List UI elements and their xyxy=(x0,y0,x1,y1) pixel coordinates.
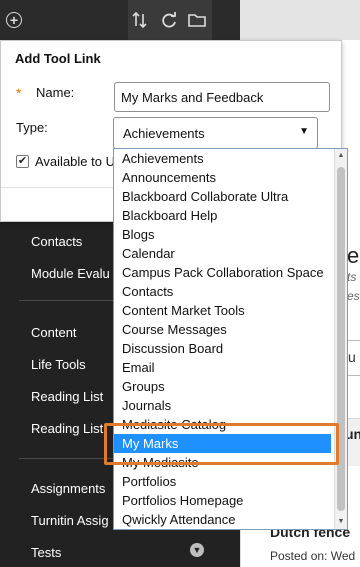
content-search-fragment: u xyxy=(348,349,356,365)
nav-item-contacts[interactable]: Contacts xyxy=(31,234,82,249)
available-label: Available to U xyxy=(35,154,115,169)
option-achievements[interactable]: Achievements xyxy=(122,149,204,168)
course-menu-toolbar: + xyxy=(0,0,240,40)
name-label: Name: xyxy=(36,85,75,100)
option-blackboard-collaborate-ultra[interactable]: Blackboard Collaborate Ultra xyxy=(122,187,288,206)
nav-item-reading-list-2[interactable]: Reading List xyxy=(31,421,103,436)
dropdown-scrollbar[interactable]: ▲ ▼ xyxy=(334,149,347,529)
scroll-up-icon[interactable]: ▲ xyxy=(335,149,347,163)
folder-icon[interactable] xyxy=(185,8,209,32)
option-qwickly-attendance[interactable]: Qwickly Attendance xyxy=(122,510,235,529)
sort-icon[interactable] xyxy=(128,8,152,32)
option-discussion-board[interactable]: Discussion Board xyxy=(122,339,223,358)
option-calendar[interactable]: Calendar xyxy=(122,244,175,263)
type-label: Type: xyxy=(16,120,48,135)
nav-item-assignments[interactable]: Assignments xyxy=(31,481,105,496)
option-course-messages[interactable]: Course Messages xyxy=(122,320,227,339)
option-portfolios-homepage[interactable]: Portfolios Homepage xyxy=(122,491,243,510)
option-blogs[interactable]: Blogs xyxy=(122,225,155,244)
nav-item-content[interactable]: Content xyxy=(31,325,77,340)
option-journals[interactable]: Journals xyxy=(122,396,171,415)
option-blackboard-help[interactable]: Blackboard Help xyxy=(122,206,217,225)
option-campus-pack[interactable]: Campus Pack Collaboration Space xyxy=(122,263,324,282)
nav-item-turnitin-assignments[interactable]: Turnitin Assig xyxy=(31,513,109,528)
chevron-down-icon[interactable]: ▼ xyxy=(190,543,204,557)
content-title-fragment: e xyxy=(347,243,360,268)
option-groups[interactable]: Groups xyxy=(122,377,165,396)
content-text-fragment: ts xyxy=(347,270,357,284)
available-checkbox[interactable]: ✔ xyxy=(16,155,29,168)
option-portfolios[interactable]: Portfolios xyxy=(122,472,176,491)
dropdown-arrow-icon: ▼ xyxy=(299,126,309,137)
required-marker: * xyxy=(16,85,22,101)
type-select-value: Achievements xyxy=(123,126,205,141)
panel-title: Add Tool Link xyxy=(15,51,101,66)
name-input[interactable] xyxy=(114,82,330,112)
refresh-icon[interactable] xyxy=(157,8,181,32)
type-select[interactable]: Achievements ▼ xyxy=(113,117,318,149)
nav-item-life-tools[interactable]: Life Tools xyxy=(31,357,86,372)
option-contacts[interactable]: Contacts xyxy=(122,282,173,301)
nav-item-tests[interactable]: Tests xyxy=(31,545,61,560)
option-email[interactable]: Email xyxy=(122,358,155,377)
option-announcements[interactable]: Announcements xyxy=(122,168,216,187)
plus-circle-icon[interactable]: + xyxy=(2,8,26,32)
announcement-posted-date: Posted on: Wed xyxy=(270,549,356,563)
selection-highlight-box xyxy=(104,423,339,465)
nav-item-reading-list[interactable]: Reading List xyxy=(31,389,103,404)
scroll-down-icon[interactable]: ▼ xyxy=(335,515,347,529)
content-text-fragment: es xyxy=(347,289,360,303)
nav-item-module-evaluation[interactable]: Module Evalu xyxy=(31,266,110,281)
option-content-market-tools[interactable]: Content Market Tools xyxy=(122,301,245,320)
type-dropdown-list[interactable]: Achievements Announcements Blackboard Co… xyxy=(113,148,348,530)
